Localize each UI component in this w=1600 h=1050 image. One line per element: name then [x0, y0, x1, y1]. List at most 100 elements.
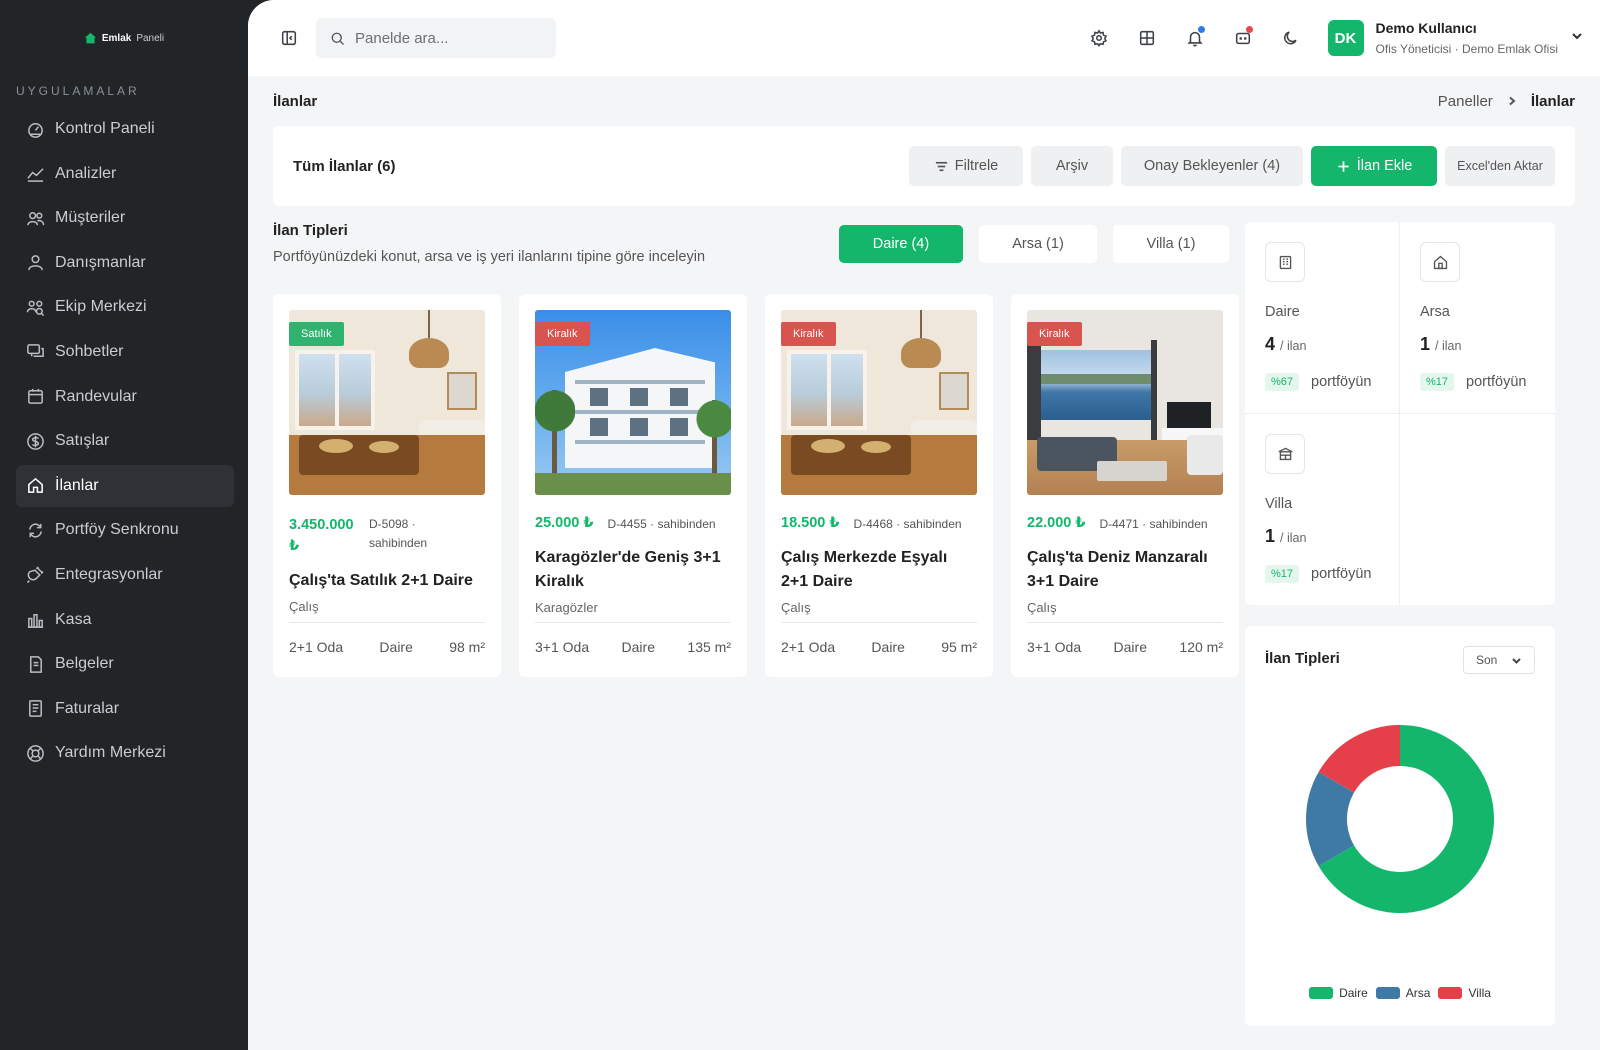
sidebar-item-label: Danışmanlar [55, 253, 146, 271]
listing-price-row: 18.500 ₺ D-4468 · sahibinden [781, 515, 977, 534]
stat-share-row: %17 portföyün [1265, 564, 1379, 583]
sidebar-item-12[interactable]: Belgeler [16, 643, 234, 685]
legend-label: Arsa [1405, 986, 1431, 1000]
listing-ref: D-5098 · sahibinden [369, 517, 428, 550]
invoice-icon [29, 700, 42, 718]
sidebar-item-label: Ekip Merkezi [55, 298, 147, 316]
sidebar-item-1[interactable]: Analizler [16, 153, 234, 195]
sidebar-item-14[interactable]: Yardım Merkezi [16, 732, 234, 774]
search-input[interactable] [355, 29, 535, 47]
stat-label: Daire [1265, 304, 1300, 320]
stat-icon-box [1420, 242, 1460, 282]
type-tabs: Daire (4) Arsa (1) Villa (1) [839, 225, 1229, 263]
search-box [316, 18, 556, 58]
sidebar-item-label: Kontrol Paneli [55, 120, 155, 137]
sidebar-item-0[interactable]: Kontrol Paneli [16, 108, 234, 150]
brand-logo[interactable]: Emlak Paneli [0, 0, 248, 76]
sidebar: Emlak Paneli UYGULAMALAR Kontrol Paneli A… [0, 0, 248, 1050]
brand-name: Emlak [101, 32, 132, 44]
stat-label: Villa [1265, 495, 1293, 512]
plug-icon [26, 566, 44, 584]
chevron-down-icon [1512, 657, 1522, 664]
filter-label: Filtrele [954, 158, 999, 174]
user-menu[interactable]: DK Demo Kullanıcı Ofis Yöneticisi · Demo… [1327, 20, 1585, 56]
listing-area: 98 m² [449, 639, 485, 655]
sidebar-item-5[interactable]: Sohbetler [16, 331, 234, 373]
legend-item-arsa[interactable]: Arsa [1375, 986, 1431, 1000]
sidebar-item-8[interactable]: İlanlar [16, 464, 234, 507]
stat-label: Arsa [1420, 304, 1450, 320]
listing-title[interactable]: Çalış'ta Satılık 2+1 Daire [289, 569, 485, 593]
listing-rooms: 2+1 Oda [781, 639, 836, 655]
sidebar-toggle-button[interactable] [274, 23, 304, 53]
listing-location: Çalış [1027, 600, 1057, 615]
add-listing-button[interactable]: İlan Ekle [1311, 146, 1437, 186]
listing-title[interactable]: Çalış'ta Deniz Manzaralı 3+1 Daire [1027, 546, 1223, 594]
sidebar-item-9[interactable]: Portföy Senkronu [16, 509, 234, 551]
excel-import-button[interactable]: Excel'den Aktar [1445, 146, 1555, 186]
listing-area: 95 m² [941, 639, 977, 655]
theme-toggle-button[interactable] [1276, 23, 1306, 53]
settings-button[interactable] [1084, 23, 1114, 53]
notifications-button[interactable] [1180, 23, 1210, 53]
search-icon [331, 32, 344, 45]
listing-photo[interactable]: Kiralık [1027, 310, 1223, 495]
pending-approval-button[interactable]: Onay Bekleyenler (4) [1121, 146, 1303, 186]
avatar: DK [1327, 20, 1364, 56]
stat-share-row: %17 portföyün [1420, 373, 1535, 391]
home-icon [28, 478, 43, 494]
stat-unit: / ilan [1280, 339, 1307, 353]
sidebar-item-13[interactable]: Faturalar [16, 688, 234, 730]
donut-legend: Daire Arsa Villa [1245, 986, 1555, 1000]
type-tab-1[interactable]: Arsa (1) [979, 225, 1097, 263]
type-tab-2[interactable]: Villa (1) [1113, 225, 1229, 263]
archive-button[interactable]: Arşiv [1031, 146, 1113, 186]
sidebar-item-2[interactable]: Müşteriler [16, 197, 234, 239]
breadcrumb-current: İlanlar [1530, 92, 1575, 110]
listing-price: 3.450.000 ₺ [289, 517, 354, 554]
listing-photo[interactable]: Satılık [289, 310, 485, 495]
listing-title[interactable]: Karagözler'de Geniş 3+1 Kiralık [535, 546, 731, 594]
legend-item-villa[interactable]: Villa [1438, 986, 1491, 1000]
home-logo-icon [84, 32, 97, 43]
sidebar-item-7[interactable]: Satışlar [16, 420, 234, 462]
stat-villa: Villa 1 / ilan %17 portföyün [1245, 413, 1400, 605]
stat-share-row: %67 portföyün [1265, 373, 1379, 391]
gear-icon [1090, 29, 1107, 47]
layout-icon [1139, 30, 1154, 46]
listing-card[interactable]: Kiralık 22.000 ₺ D-4471 · sahibinden Çal… [1011, 294, 1239, 677]
period-select[interactable]: Son [1463, 646, 1535, 674]
messages-button[interactable] [1228, 23, 1258, 53]
listing-title[interactable]: Çalış Merkezde Eşyalı 2+1 Daire [781, 546, 977, 594]
donut-title: İlan Tipleri [1265, 650, 1340, 667]
listing-photo[interactable]: Kiralık [781, 310, 977, 495]
layout-button[interactable] [1132, 23, 1162, 53]
type-tab-0[interactable]: Daire (4) [839, 225, 963, 263]
listing-card[interactable]: Kiralık 25.000 ₺ D-4455 · sahibinden Kar… [519, 294, 747, 677]
sidebar-item-3[interactable]: Danışmanlar [16, 242, 234, 284]
legend-swatch [1309, 987, 1334, 999]
sidebar-item-10[interactable]: Entegrasyonlar [16, 554, 234, 596]
stat-share-label: portföyün [1466, 374, 1527, 390]
page-header: İlanlar Paneller İlanlar [248, 76, 1600, 126]
legend-item-daire[interactable]: Daire [1309, 986, 1368, 1000]
topbar-actions: DK Demo Kullanıcı Ofis Yöneticisi · Demo… [1084, 20, 1585, 56]
filter-button[interactable]: Filtrele [909, 146, 1023, 186]
listing-card[interactable]: Kiralık 18.500 ₺ D-4468 · sahibinden Çal… [765, 294, 993, 677]
listing-rooms: 3+1 Oda [535, 639, 590, 655]
sidebar-item-6[interactable]: Randevular [16, 376, 234, 418]
sidebar-item-label: Sohbetler [55, 342, 124, 360]
filter-icon [935, 161, 947, 171]
listing-photo[interactable]: Kiralık [535, 310, 731, 495]
chevron-down-icon [1570, 29, 1584, 48]
stat-count: 1 [1265, 525, 1276, 546]
listing-cards: Satılık 3.450.000 ₺ D-5098 · sahibinden … [273, 294, 1239, 677]
user-role: Ofis Yöneticisi · Demo Emlak Ofisi [1375, 42, 1559, 56]
sidebar-item-4[interactable]: Ekip Merkezi [16, 286, 234, 328]
chart-line-icon [27, 168, 44, 182]
sidebar-item-11[interactable]: Kasa [16, 599, 234, 641]
stat-icon-box [1265, 242, 1305, 282]
donut-chart [1306, 725, 1494, 913]
listing-card[interactable]: Satılık 3.450.000 ₺ D-5098 · sahibinden … [273, 294, 501, 677]
breadcrumb-paneller[interactable]: Paneller [1438, 93, 1493, 110]
